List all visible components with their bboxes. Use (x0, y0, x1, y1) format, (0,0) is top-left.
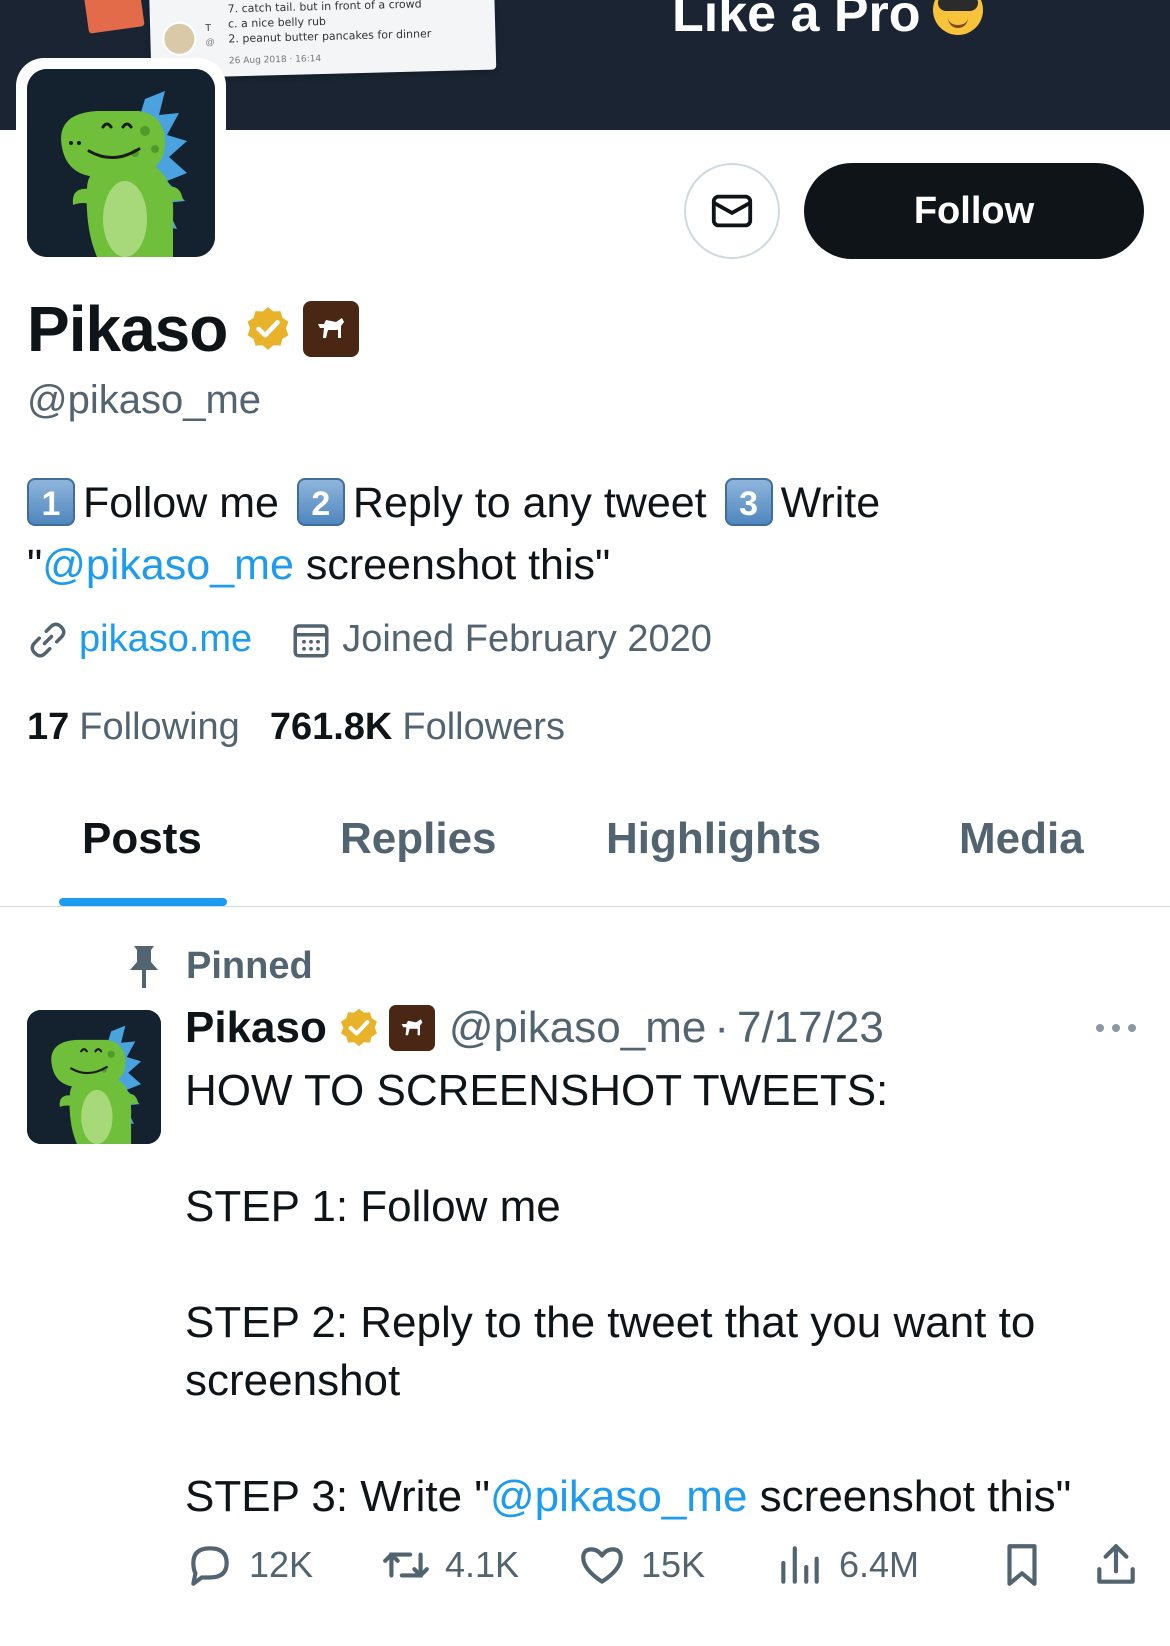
tab-highlights[interactable]: Highlights (606, 814, 821, 864)
bio-text: screenshot this" (293, 541, 611, 589)
followers-label: Followers (402, 706, 565, 748)
like-icon (581, 1547, 623, 1584)
banner-headline: Like a Pro (672, 0, 983, 44)
bookmark-icon (1007, 1544, 1037, 1586)
sunglasses-emoji-icon (932, 0, 983, 35)
views-icon (781, 1546, 819, 1584)
tweet-mention-link[interactable]: @pikaso_me (490, 1472, 747, 1521)
horse-badge-icon[interactable] (303, 301, 360, 357)
dinosaur-avatar-icon (27, 1010, 161, 1144)
tweet-text: STEP 3: Write " (185, 1472, 490, 1521)
bio-text: Reply to any tweet (352, 479, 707, 527)
keycap-three-icon: 3 (724, 478, 773, 526)
tweet-text: screenshot this" (747, 1472, 1072, 1521)
profile-name-row: Pikaso (27, 292, 360, 366)
banner-card-date: 26 Aug 2018 · 16:14 (228, 54, 322, 67)
tweet-text-line: HOW TO SCREENSHOT TWEETS: (185, 1066, 889, 1115)
profile-website-link[interactable]: pikaso.me (79, 618, 252, 661)
reply-button[interactable]: 12K (185, 1540, 313, 1590)
share-button[interactable] (1091, 1540, 1155, 1590)
views-button[interactable]: 6.4M (775, 1540, 919, 1590)
verified-badge-icon[interactable] (337, 1006, 381, 1050)
pinned-label: Pinned (186, 944, 313, 987)
profile-joined-date: Joined February 2020 (342, 618, 712, 660)
verified-badge-icon[interactable] (243, 304, 293, 354)
share-icon (1097, 1544, 1135, 1584)
tab-media[interactable]: Media (959, 814, 1084, 864)
banner-card-line: c. a nice belly rub (227, 14, 327, 31)
followers-stat-link[interactable]: 761.8K Followers (270, 706, 565, 749)
banner-headline-text: Like a Pro (672, 0, 921, 43)
tweet-header: Pikaso @pikaso_me · 7/17/23 (185, 1003, 884, 1053)
like-button[interactable]: 15K (577, 1540, 705, 1590)
message-icon (711, 194, 753, 228)
reply-count: 12K (249, 1544, 314, 1585)
pin-icon (130, 946, 158, 988)
calendar-icon (293, 623, 329, 657)
keycap-two-icon: 2 (296, 478, 345, 526)
profile-avatar-frame[interactable] (16, 58, 226, 268)
more-icon[interactable] (1092, 1018, 1140, 1038)
bio-text: " (27, 541, 43, 589)
tweet-text-line: STEP 2: Reply to the tweet that you want… (185, 1298, 1036, 1405)
tweet-body[interactable]: HOW TO SCREENSHOT TWEETS: STEP 1: Follow… (185, 1062, 1135, 1526)
banner-card-line: 2. peanut butter pancakes for dinner (228, 27, 432, 46)
banner-card-avatar (161, 21, 197, 57)
horse-badge-icon[interactable] (388, 1005, 435, 1051)
tweet-action-bar: 12K 4.1K 15K 6.4M (185, 1540, 1145, 1600)
keycap-one-icon: 1 (27, 478, 75, 526)
retweet-button[interactable]: 4.1K (381, 1540, 519, 1590)
tweet-separator: · (714, 1003, 729, 1052)
bio-text: Write (780, 479, 881, 527)
banner-card-line: 7. catch tail. but in front of a crowd (227, 0, 422, 16)
message-button[interactable] (684, 163, 780, 259)
profile-avatar[interactable] (27, 69, 215, 257)
bio-text: Follow me (83, 479, 279, 527)
banner-card-letter: T (204, 22, 212, 35)
tweet-author-handle[interactable]: @pikaso_me (449, 1003, 706, 1053)
tweet-author-avatar[interactable] (27, 1010, 161, 1144)
banner-sticker (83, 0, 145, 34)
profile-stats: 17 Following 761.8K Followers (27, 706, 565, 749)
active-tab-indicator (59, 898, 227, 906)
following-stat-link[interactable]: 17 Following (27, 706, 240, 749)
bio-mention-link[interactable]: @pikaso_me (42, 541, 294, 589)
following-count: 17 (27, 706, 70, 748)
retweet-count: 4.1K (445, 1544, 520, 1585)
tab-replies[interactable]: Replies (340, 814, 497, 864)
profile-handle: @pikaso_me (27, 378, 262, 422)
pinned-label-row: Pinned (124, 944, 313, 988)
link-icon (30, 622, 66, 657)
tweet-text-line: STEP 3: Write "@pikaso_me screenshot thi… (185, 1468, 1135, 1526)
profile-display-name: Pikaso (27, 293, 228, 365)
profile-tabs: Posts Replies Highlights Media (0, 800, 1170, 907)
followers-count: 761.8K (269, 706, 393, 748)
dinosaur-avatar-icon (27, 69, 215, 257)
tweet-author-name[interactable]: Pikaso (185, 1003, 327, 1053)
profile-meta: pikaso.me Joined February 2020 (27, 618, 712, 661)
bookmark-button[interactable] (997, 1540, 1061, 1590)
following-label: Following (79, 706, 240, 748)
retweet-icon (383, 1552, 429, 1578)
banner-card-at: @ (205, 36, 215, 48)
tab-posts[interactable]: Posts (82, 814, 202, 864)
profile-bio: 1 Follow me 2 Reply to any tweet 3 Write "@… (27, 472, 1137, 596)
tweet-text-line: STEP 1: Follow me (185, 1182, 561, 1231)
like-count: 15K (641, 1544, 706, 1585)
follow-button[interactable]: Follow (804, 163, 1144, 259)
reply-icon (191, 1546, 229, 1586)
views-count: 6.4M (839, 1544, 920, 1585)
tweet-date[interactable]: 7/17/23 (737, 1003, 884, 1053)
